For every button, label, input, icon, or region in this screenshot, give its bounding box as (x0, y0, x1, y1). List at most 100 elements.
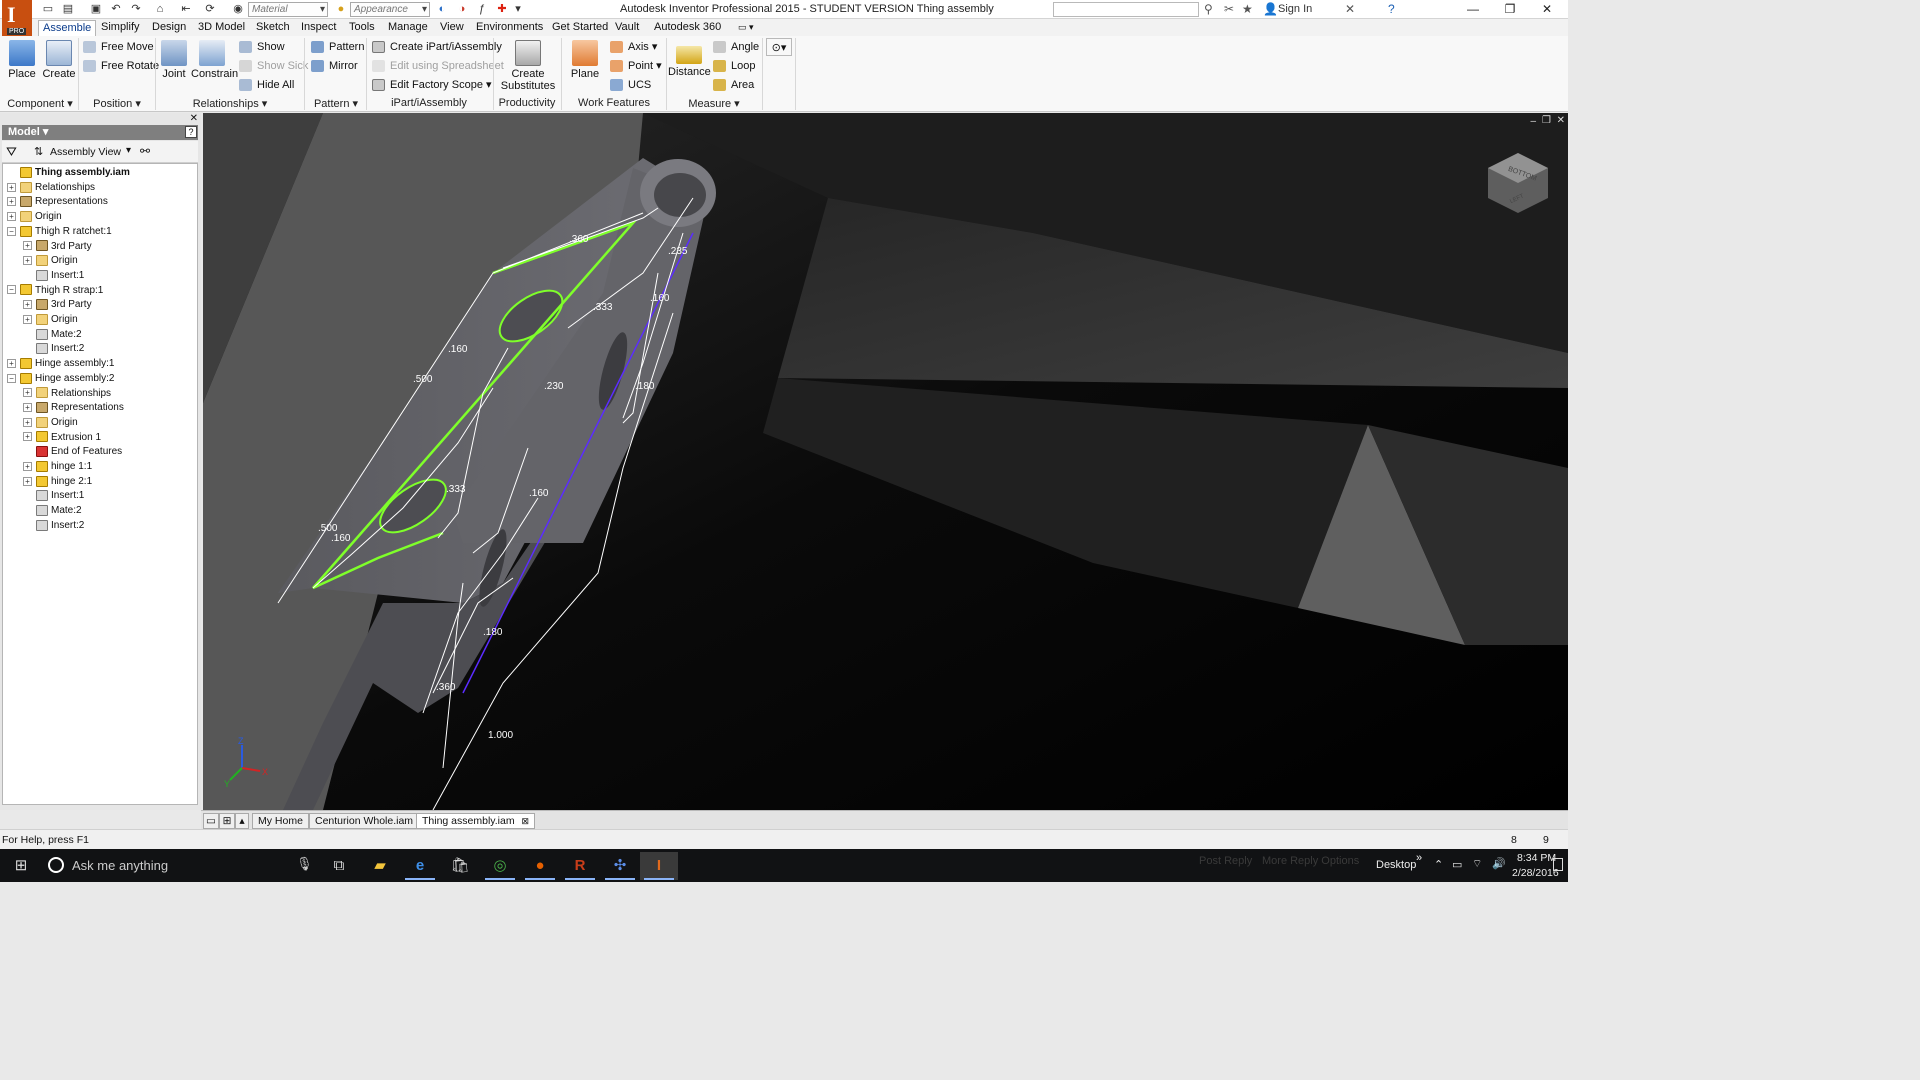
panel-title-component[interactable]: Component ▾ (4, 97, 76, 111)
model-canvas[interactable]: .360 .235 .333 .160 .160 .500 .230 .180 … (203, 113, 1568, 810)
expand-icon[interactable]: + (7, 211, 16, 221)
tree-node[interactable]: + Origin (23, 313, 78, 327)
expand-icon[interactable]: + (23, 417, 32, 427)
tree-node[interactable]: − Hinge assembly:2 (7, 372, 114, 386)
microphone-icon[interactable]: 🎙 (296, 856, 313, 872)
clock-time[interactable]: 8:34 PM (1517, 852, 1556, 864)
viewport-restore-icon[interactable]: ❐ (1542, 115, 1551, 126)
update-icon[interactable]: ⟳ (202, 2, 218, 17)
cortana-search[interactable]: Ask me anything 🎙 (40, 849, 320, 882)
ribbon-more-button[interactable]: ⊙▾ (766, 38, 792, 56)
place-button[interactable]: Place (3, 38, 41, 80)
wifi-icon[interactable]: ⌔ (1472, 857, 1482, 871)
panel-title-relationships[interactable]: Relationships ▾ (157, 97, 303, 111)
free-rotate-button[interactable]: Free Rotate (83, 57, 159, 75)
viewport-close-icon[interactable]: ✕ (1557, 115, 1565, 126)
browser-close-icon[interactable]: ✕ (190, 113, 198, 124)
restore-button[interactable]: ❐ (1489, 0, 1531, 19)
point-button[interactable]: Point ▾ (610, 57, 662, 75)
assembly-view-dropdown[interactable]: Assembly View (50, 146, 121, 158)
tree-node[interactable]: + Origin (23, 254, 78, 268)
chrome-icon[interactable]: ◎ (481, 852, 519, 880)
pattern-button[interactable]: Pattern (311, 38, 364, 56)
filter-icon[interactable]: ⛛ (6, 144, 17, 160)
show-sick-button[interactable]: Show Sick (239, 57, 308, 75)
create-substitutes-button[interactable]: Create Substitutes (500, 38, 556, 92)
tree-node[interactable]: Insert:1 (23, 269, 84, 283)
task-view-icon[interactable]: ⧉ (320, 852, 358, 880)
constrain-button[interactable]: Constrain (191, 38, 238, 80)
favorites-star-icon[interactable]: ★ (1242, 2, 1253, 16)
expand-icon[interactable]: + (23, 256, 32, 266)
tree-node[interactable]: + Extrusion 1 (23, 431, 101, 445)
tree-node[interactable]: + hinge 1:1 (23, 460, 92, 474)
doc-tab-centurion-whole[interactable]: Centurion Whole.iam (309, 813, 420, 829)
expand-icon[interactable]: + (23, 403, 32, 413)
tab-get-started[interactable]: Get Started (548, 20, 612, 36)
tree-node[interactable]: Insert:2 (23, 519, 84, 533)
cascade-icon[interactable]: ⊞ (219, 813, 235, 829)
network-app-icon[interactable]: ✣ (601, 852, 639, 880)
viewport-minimize-icon[interactable]: – (1530, 116, 1536, 127)
properties-icon[interactable]: ◉ (230, 2, 246, 17)
tab-view[interactable]: View (436, 20, 468, 36)
expand-icon[interactable]: + (23, 476, 32, 486)
tree-node[interactable]: + Hinge assembly:1 (7, 357, 114, 371)
expand-icon[interactable]: + (23, 300, 32, 310)
subscription-icon[interactable]: ✂ (1224, 2, 1234, 16)
axis-button[interactable]: Axis ▾ (610, 38, 657, 56)
tab-simplify[interactable]: Simplify (97, 20, 144, 36)
expand-icon[interactable]: + (7, 358, 16, 368)
collapse-icon[interactable]: − (7, 373, 16, 383)
close-window-button[interactable]: ✕ (1526, 0, 1568, 19)
add-icon[interactable]: ✚ (494, 2, 510, 17)
undo-icon[interactable]: ↶ (108, 2, 124, 17)
qat-customize-icon[interactable]: ▾ (510, 2, 526, 17)
distance-button[interactable]: Distance (668, 38, 711, 78)
home-icon[interactable]: ⌂ (152, 2, 168, 17)
expand-icon[interactable]: + (23, 241, 32, 251)
tab-sketch[interactable]: Sketch (252, 20, 294, 36)
tree-node[interactable]: Mate:2 (23, 328, 82, 342)
tree-node[interactable]: + Representations (23, 401, 124, 415)
tree-node[interactable]: + Relationships (7, 181, 95, 195)
tab-environments[interactable]: Environments (472, 20, 547, 36)
close-tab-icon[interactable]: ⊠ (522, 816, 530, 826)
function-icon[interactable]: ƒ (474, 2, 490, 17)
appearance-dropdown[interactable]: Appearance (350, 2, 430, 17)
return-icon[interactable]: ⇤ (178, 2, 194, 17)
expand-icon[interactable]: + (23, 432, 32, 442)
tray-expand-icon[interactable]: ⌃ (1434, 858, 1443, 871)
tree-node[interactable]: +3rd Party (23, 298, 92, 312)
expand-icon[interactable]: + (23, 461, 32, 471)
doc-tab-my-home[interactable]: My Home (252, 813, 309, 829)
help-search-input[interactable] (1053, 2, 1199, 17)
panel-title-pattern[interactable]: Pattern ▾ (306, 97, 366, 111)
help-icon[interactable]: ? (1388, 2, 1395, 16)
tab-design[interactable]: Design (148, 20, 190, 36)
battery-icon[interactable]: ▭ (1452, 858, 1462, 871)
mirror-button[interactable]: Mirror (311, 57, 358, 75)
inventor-taskbar-icon[interactable]: I (640, 852, 678, 880)
action-center-icon[interactable] (1553, 858, 1563, 871)
edit-spreadsheet-button[interactable]: Edit using Spreadsheet (372, 57, 504, 75)
ribbon-options-icon[interactable]: ▭ ▾ (734, 20, 758, 36)
tab-inspect[interactable]: Inspect (297, 20, 340, 36)
desktop-toolbar[interactable]: Desktop (1376, 859, 1416, 871)
tree-node[interactable]: + Relationships (23, 387, 111, 401)
save-icon[interactable]: ▣ (88, 2, 104, 17)
start-button[interactable]: ⊞ (2, 852, 40, 880)
panel-title-position[interactable]: Position ▾ (80, 97, 154, 111)
tab-autodesk-360[interactable]: Autodesk 360 (650, 20, 725, 36)
panel-title-measure[interactable]: Measure ▾ (668, 97, 760, 111)
ucs-button[interactable]: UCS (610, 76, 651, 94)
tree-node[interactable]: − Thigh R ratchet:1 (7, 225, 112, 239)
graphics-viewport[interactable]: .360 .235 .333 .160 .160 .500 .230 .180 … (203, 113, 1568, 810)
find-binoculars-icon[interactable]: ⚯ (140, 144, 150, 158)
collapse-icon[interactable]: − (7, 226, 16, 236)
tree-node[interactable]: Mate:2 (23, 504, 82, 518)
doc-tab-thing-assembly[interactable]: Thing assembly.iam ⊠ (416, 813, 536, 829)
tree-node[interactable]: + Origin (23, 416, 78, 430)
expand-icon[interactable]: + (7, 197, 16, 207)
joint-button[interactable]: Joint (155, 38, 193, 80)
